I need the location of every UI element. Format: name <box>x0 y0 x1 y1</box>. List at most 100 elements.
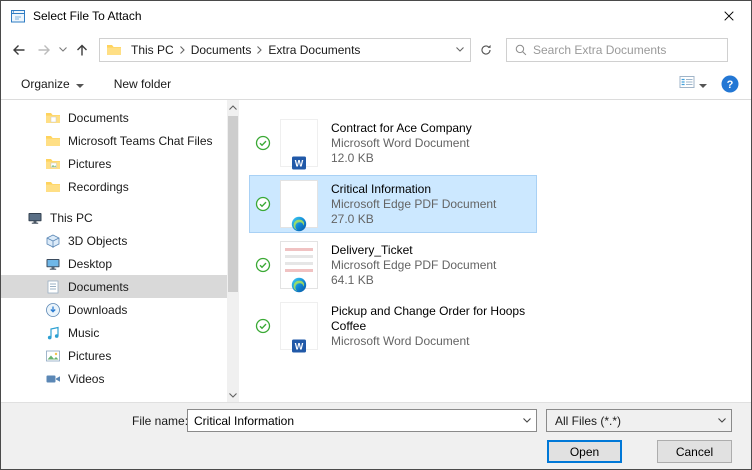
file-name-combo[interactable] <box>187 409 537 432</box>
window-title: Select File To Attach <box>33 9 142 23</box>
new-folder-button[interactable]: New folder <box>106 72 179 96</box>
file-thumbnail <box>280 241 318 293</box>
navigation-pane: Documents Microsoft Teams Chat Files Pic… <box>1 100 239 402</box>
help-button[interactable]: ? <box>721 75 739 93</box>
sidebar-item-music[interactable]: Music <box>1 321 227 344</box>
sync-status-icon <box>255 318 271 334</box>
thumbnail-content <box>285 262 313 265</box>
sidebar-item-teams-chat-files[interactable]: Microsoft Teams Chat Files <box>1 129 227 152</box>
scroll-up-icon[interactable] <box>227 100 239 114</box>
organize-button[interactable]: Organize <box>13 72 92 96</box>
thumbnail-content <box>285 248 313 251</box>
address-dropdown-icon[interactable] <box>450 39 470 61</box>
open-button[interactable]: Open <box>547 440 622 463</box>
scrollbar-thumb[interactable] <box>228 116 238 292</box>
cancel-button[interactable]: Cancel <box>657 440 732 463</box>
svg-text:?: ? <box>727 79 734 91</box>
file-row-contract[interactable]: W Contract for Ace Company Microsoft Wor… <box>249 114 537 172</box>
downloads-icon <box>45 302 61 318</box>
word-icon: W <box>291 338 307 354</box>
sidebar-item-label: Recordings <box>68 179 129 194</box>
sidebar-item-downloads[interactable]: Downloads <box>1 298 227 321</box>
file-row-pickup-change-order[interactable]: W Pickup and Change Order for Hoops Coff… <box>249 297 537 355</box>
search-icon <box>514 43 528 57</box>
file-name-input[interactable] <box>188 410 518 431</box>
navigation-bar: This PC Documents Extra Documents <box>1 31 751 68</box>
edge-icon <box>291 216 307 232</box>
sidebar-item-documents-pinned[interactable]: Documents <box>1 106 227 129</box>
toolbar-right-group: ? <box>677 72 739 95</box>
pictures-icon <box>45 348 61 364</box>
file-type: Microsoft Edge PDF Document <box>331 257 497 272</box>
videos-icon <box>45 371 61 387</box>
up-button[interactable] <box>69 37 94 62</box>
sidebar-item-label: Microsoft Teams Chat Files <box>68 133 213 148</box>
sidebar-item-this-pc[interactable]: This PC <box>1 206 227 229</box>
sidebar-item-label: 3D Objects <box>68 233 128 248</box>
sidebar-item-3d-objects[interactable]: 3D Objects <box>1 229 227 252</box>
three-d-objects-icon <box>45 233 61 249</box>
chevron-down-icon[interactable] <box>518 410 536 431</box>
file-type-select[interactable]: All Files (*.*) <box>546 409 732 432</box>
sidebar-item-pictures[interactable]: Pictures <box>1 344 227 367</box>
address-bar[interactable]: This PC Documents Extra Documents <box>99 37 471 62</box>
file-size: 12.0 KB <box>331 150 374 165</box>
chevron-right-icon[interactable] <box>179 45 186 54</box>
breadcrumb-this-pc[interactable]: This PC <box>126 43 179 57</box>
sync-status-icon <box>255 135 271 151</box>
dialog-icon <box>10 8 26 24</box>
scroll-down-icon[interactable] <box>227 388 239 402</box>
file-type-value: All Files (*.*) <box>555 413 622 428</box>
back-button[interactable] <box>6 37 31 62</box>
file-meta: Delivery_Ticket Microsoft Edge PDF Docum… <box>331 243 496 288</box>
chevron-right-icon[interactable] <box>256 45 263 54</box>
file-size: 64.1 KB <box>331 272 374 287</box>
command-toolbar: Organize New folder ? <box>1 68 751 100</box>
sidebar-item-documents[interactable]: Documents <box>1 275 227 298</box>
documents-icon <box>45 279 61 295</box>
forward-button[interactable] <box>31 37 56 62</box>
sidebar-item-label: Videos <box>68 371 105 386</box>
search-input[interactable] <box>533 38 727 61</box>
music-icon <box>45 325 61 341</box>
folder-icon <box>45 179 61 195</box>
organize-label: Organize <box>21 76 70 91</box>
close-button[interactable] <box>706 1 751 31</box>
sidebar-item-label: Documents <box>68 279 129 294</box>
history-dropdown-button[interactable] <box>56 37 69 62</box>
close-icon <box>723 9 734 24</box>
sidebar-item-label: This PC <box>50 210 93 225</box>
change-view-button[interactable] <box>677 72 709 95</box>
file-row-delivery-ticket[interactable]: Delivery_Ticket Microsoft Edge PDF Docum… <box>249 236 537 294</box>
search-box[interactable] <box>506 37 728 62</box>
sidebar-item-desktop[interactable]: Desktop <box>1 252 227 275</box>
thumbnail-content <box>285 269 313 272</box>
sidebar-item-label: Music <box>68 325 100 340</box>
file-row-critical-information[interactable]: Critical Information Microsoft Edge PDF … <box>249 175 537 233</box>
sidebar-scrollbar[interactable] <box>227 100 239 402</box>
svg-text:W: W <box>295 341 304 351</box>
dialog-footer: File name: All Files (*.*) Open Cancel <box>1 402 751 469</box>
sidebar-item-recordings[interactable]: Recordings <box>1 175 227 198</box>
sync-status-icon <box>255 257 271 273</box>
file-name: Contract for Ace Company <box>331 120 472 135</box>
documents-folder-icon <box>45 110 61 126</box>
refresh-button[interactable] <box>473 38 498 62</box>
svg-text:W: W <box>295 158 304 168</box>
breadcrumb-documents[interactable]: Documents <box>186 43 257 57</box>
sidebar-item-videos[interactable]: Videos <box>1 367 227 390</box>
file-size: 27.0 KB <box>331 211 374 226</box>
chevron-down-icon <box>699 76 707 91</box>
file-name-label: File name: <box>132 414 189 428</box>
file-thumbnail: W <box>280 302 318 353</box>
computer-icon <box>27 210 43 226</box>
folder-icon <box>106 42 122 58</box>
file-meta: Critical Information Microsoft Edge PDF … <box>331 182 496 227</box>
sidebar-item-label: Downloads <box>68 302 128 317</box>
file-list: W Contract for Ace Company Microsoft Wor… <box>239 100 751 402</box>
pictures-folder-icon <box>45 156 61 172</box>
breadcrumb-extra-documents[interactable]: Extra Documents <box>263 43 365 57</box>
file-type: Microsoft Word Document <box>331 333 470 348</box>
sidebar-item-pictures-pinned[interactable]: Pictures <box>1 152 227 175</box>
file-thumbnail <box>280 180 318 232</box>
